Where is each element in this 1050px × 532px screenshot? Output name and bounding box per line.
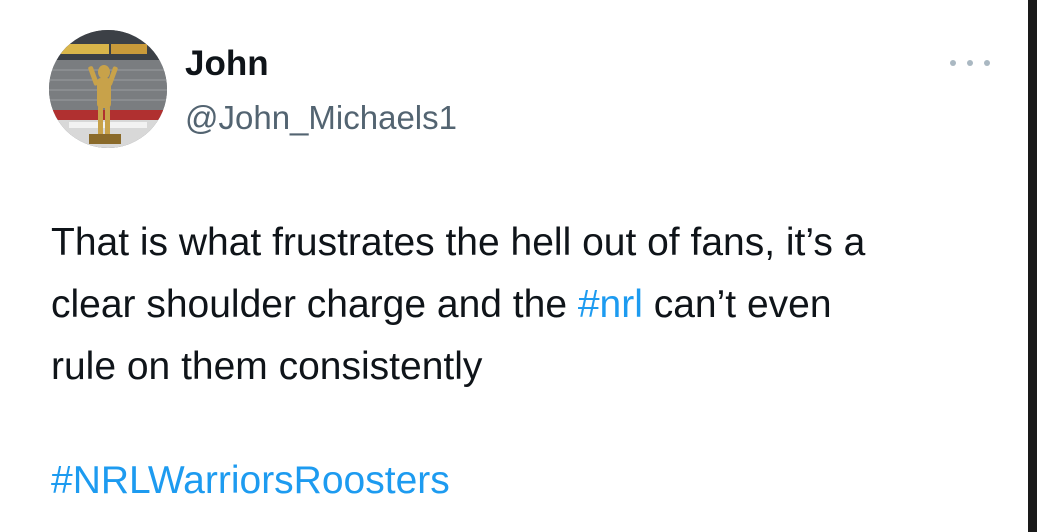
user-handle[interactable]: @John_Michaels1 [185, 97, 457, 139]
tweet-card: John @John_Michaels1 That is what frustr… [0, 0, 1050, 532]
tweet-text: That is what frustrates the hell out of … [51, 212, 1011, 398]
scrollbar [1028, 0, 1050, 532]
hashtag-link[interactable]: #NRLWarriorsRoosters [51, 450, 450, 512]
tweet-text-line: That is what frustrates the hell out of … [51, 221, 866, 264]
more-dot [967, 60, 973, 66]
avatar[interactable] [49, 30, 167, 148]
avatar-image [49, 30, 167, 148]
tweet-text-line: rule on them consistently [51, 345, 483, 388]
tweet-text-segment: clear shoulder charge and the [51, 283, 578, 326]
tweet-text-segment: can’t even [642, 283, 832, 326]
more-dot [950, 60, 956, 66]
display-name[interactable]: John [185, 42, 269, 86]
hashtag-link[interactable]: #nrl [578, 283, 643, 326]
tweet-text-line: clear shoulder charge and the #nrl can’t… [51, 274, 1011, 336]
more-dot [984, 60, 990, 66]
more-options-icon[interactable] [950, 55, 990, 71]
